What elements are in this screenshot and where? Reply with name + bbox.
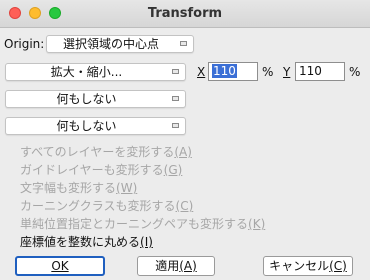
apply-button-key: (A) bbox=[179, 259, 197, 273]
y-input-value: 110 bbox=[299, 64, 322, 78]
ok-button-label: OK bbox=[51, 259, 69, 273]
action-select-2[interactable]: 何もしない bbox=[5, 117, 186, 135]
option-label: ガイドレイヤーも変形する bbox=[20, 163, 164, 177]
apply-button[interactable]: 適用(A) bbox=[137, 256, 215, 276]
option-round-to-int[interactable]: 座標値を整数に丸める(I) bbox=[20, 233, 153, 250]
x-input-value: 110 bbox=[212, 64, 237, 78]
apply-button-label: 適用 bbox=[155, 259, 180, 273]
y-unit: % bbox=[349, 65, 361, 79]
y-input[interactable]: 110 bbox=[295, 62, 345, 81]
popup-arrow-icon bbox=[172, 96, 179, 101]
action-select-1[interactable]: 何もしない bbox=[5, 90, 186, 108]
option-label: 文字幅も変形する bbox=[20, 181, 117, 195]
option-transform-positioning-kerning-pairs[interactable]: 単純位置指定とカーニングペアも変形する(K) bbox=[20, 215, 265, 232]
scale-select[interactable]: 拡大・縮小... bbox=[5, 63, 186, 81]
popup-arrow-icon bbox=[172, 123, 179, 128]
option-label: すべてのレイヤーを変形する bbox=[20, 145, 175, 159]
option-key: (C) bbox=[175, 199, 194, 213]
scale-select-value: 拡大・縮小... bbox=[50, 65, 123, 79]
origin-select-value: 選択領域の中心点 bbox=[62, 37, 159, 51]
x-label: X bbox=[197, 65, 206, 79]
option-label: 単純位置指定とカーニングペアも変形する bbox=[20, 217, 249, 231]
option-key: (A) bbox=[174, 145, 192, 159]
cancel-button[interactable]: キャンセル(C) bbox=[263, 256, 353, 276]
window-title: Transform bbox=[147, 6, 223, 21]
option-key: (G) bbox=[163, 163, 183, 177]
option-transform-guide-layer[interactable]: ガイドレイヤーも変形する(G) bbox=[20, 161, 182, 178]
ok-button[interactable]: OK bbox=[15, 256, 105, 276]
action-select-2-value: 何もしない bbox=[56, 119, 117, 133]
title-bar: Transform bbox=[0, 0, 370, 28]
cancel-button-key: (C) bbox=[329, 259, 347, 273]
option-key: (W) bbox=[116, 181, 138, 195]
action-select-1-value: 何もしない bbox=[56, 92, 117, 106]
option-transform-all-layers[interactable]: すべてのレイヤーを変形する(A) bbox=[20, 143, 192, 160]
x-unit: % bbox=[262, 65, 274, 79]
option-key: (I) bbox=[140, 235, 153, 249]
option-transform-kerning-classes[interactable]: カーニングクラスも変形する(C) bbox=[20, 197, 193, 214]
origin-select[interactable]: 選択領域の中心点 bbox=[46, 35, 194, 53]
y-label: Y bbox=[283, 65, 291, 79]
cancel-button-label: キャンセル bbox=[269, 259, 330, 273]
popup-arrow-icon bbox=[172, 69, 179, 74]
x-input[interactable]: 110 bbox=[208, 62, 258, 81]
transform-dialog: Transform Origin: 選択領域の中心点 拡大・縮小... X 11… bbox=[0, 0, 370, 280]
origin-label: Origin: bbox=[4, 37, 45, 51]
option-transform-width[interactable]: 文字幅も変形する(W) bbox=[20, 179, 137, 196]
option-label: 座標値を整数に丸める bbox=[20, 235, 141, 249]
option-key: (K) bbox=[248, 217, 266, 231]
option-label: カーニングクラスも変形する bbox=[20, 199, 176, 213]
popup-arrow-icon bbox=[180, 41, 187, 46]
